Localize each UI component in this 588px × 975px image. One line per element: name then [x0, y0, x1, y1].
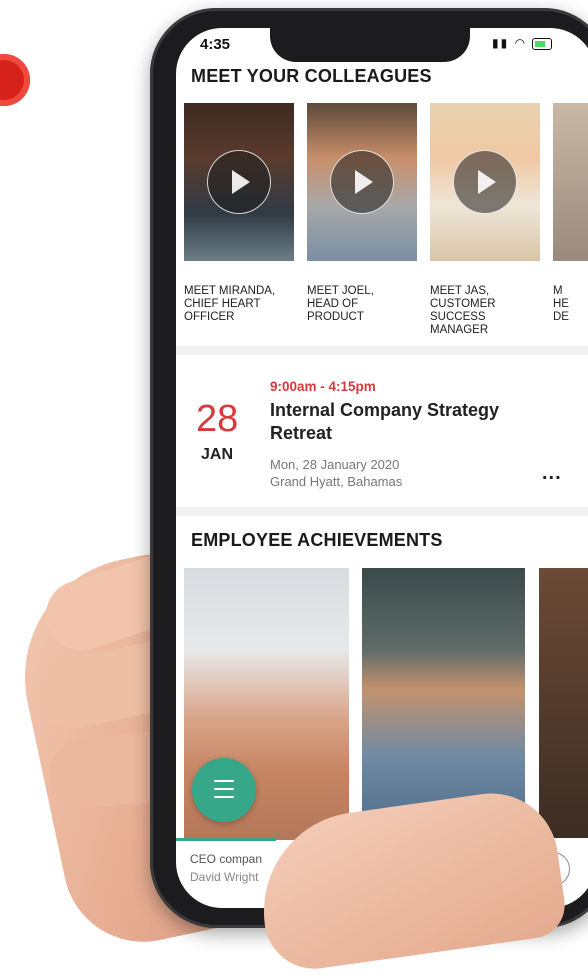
- wifi-icon: ◠: [514, 36, 528, 50]
- achievement-author: David Wright: [190, 870, 259, 884]
- section-divider: [176, 346, 588, 355]
- event-month: JAN: [201, 446, 234, 463]
- achievements-heading: EMPLOYEE ACHIEVEMENTS: [191, 530, 443, 550]
- play-video-icon[interactable]: [330, 150, 394, 214]
- signal-icon: ▮▮: [492, 36, 510, 50]
- achievement-card-photo[interactable]: [539, 568, 588, 838]
- colleague-photo: [307, 103, 417, 261]
- event-date: Mon, 28 January 2020: [270, 457, 400, 472]
- battery-icon: [532, 37, 553, 50]
- colleague-caption: MEET MIRANDA, CHIEF HEART OFFICER: [184, 285, 276, 323]
- colleague-caption: M HE DE: [553, 285, 569, 323]
- colleague-card[interactable]: MEET JAS, CUSTOMER SUCCESS MANAGER: [430, 103, 540, 337]
- play-video-icon[interactable]: [207, 150, 271, 214]
- colleague-photo: [184, 103, 294, 261]
- event-time: 9:00am - 4:15pm: [270, 379, 376, 394]
- phone-notch: [270, 22, 470, 62]
- colleague-caption: MEET JOEL, HEAD OF PRODUCT: [307, 285, 374, 323]
- colleague-card[interactable]: MEET MIRANDA, CHIEF HEART OFFICER: [184, 103, 294, 324]
- colleague-card-partial[interactable]: M HE DE: [553, 103, 588, 324]
- event-title[interactable]: Internal Company Strategy Retreat: [270, 399, 550, 445]
- colleague-caption: MEET JAS, CUSTOMER SUCCESS MANAGER: [430, 285, 496, 336]
- more-options-icon[interactable]: ...: [542, 462, 562, 485]
- colleague-photo: [430, 103, 540, 261]
- red-badge-partial: [0, 54, 30, 106]
- status-time: 4:35: [200, 36, 231, 53]
- colleague-photo: [553, 103, 588, 261]
- section-divider: [176, 507, 588, 516]
- colleague-card[interactable]: MEET JOEL, HEAD OF PRODUCT: [307, 103, 417, 324]
- menu-fab-button[interactable]: [192, 758, 256, 822]
- event-day: 28: [196, 398, 239, 440]
- hamburger-icon: [214, 780, 234, 800]
- colleagues-heading: MEET YOUR COLLEAGUES: [191, 66, 432, 86]
- event-location: Grand Hyatt, Bahamas: [270, 474, 403, 489]
- achievement-caption: CEO compan: [190, 852, 263, 866]
- card-progress-bar: [176, 838, 276, 841]
- play-video-icon[interactable]: [453, 150, 517, 214]
- status-icons: ▮▮ ◠: [492, 36, 553, 50]
